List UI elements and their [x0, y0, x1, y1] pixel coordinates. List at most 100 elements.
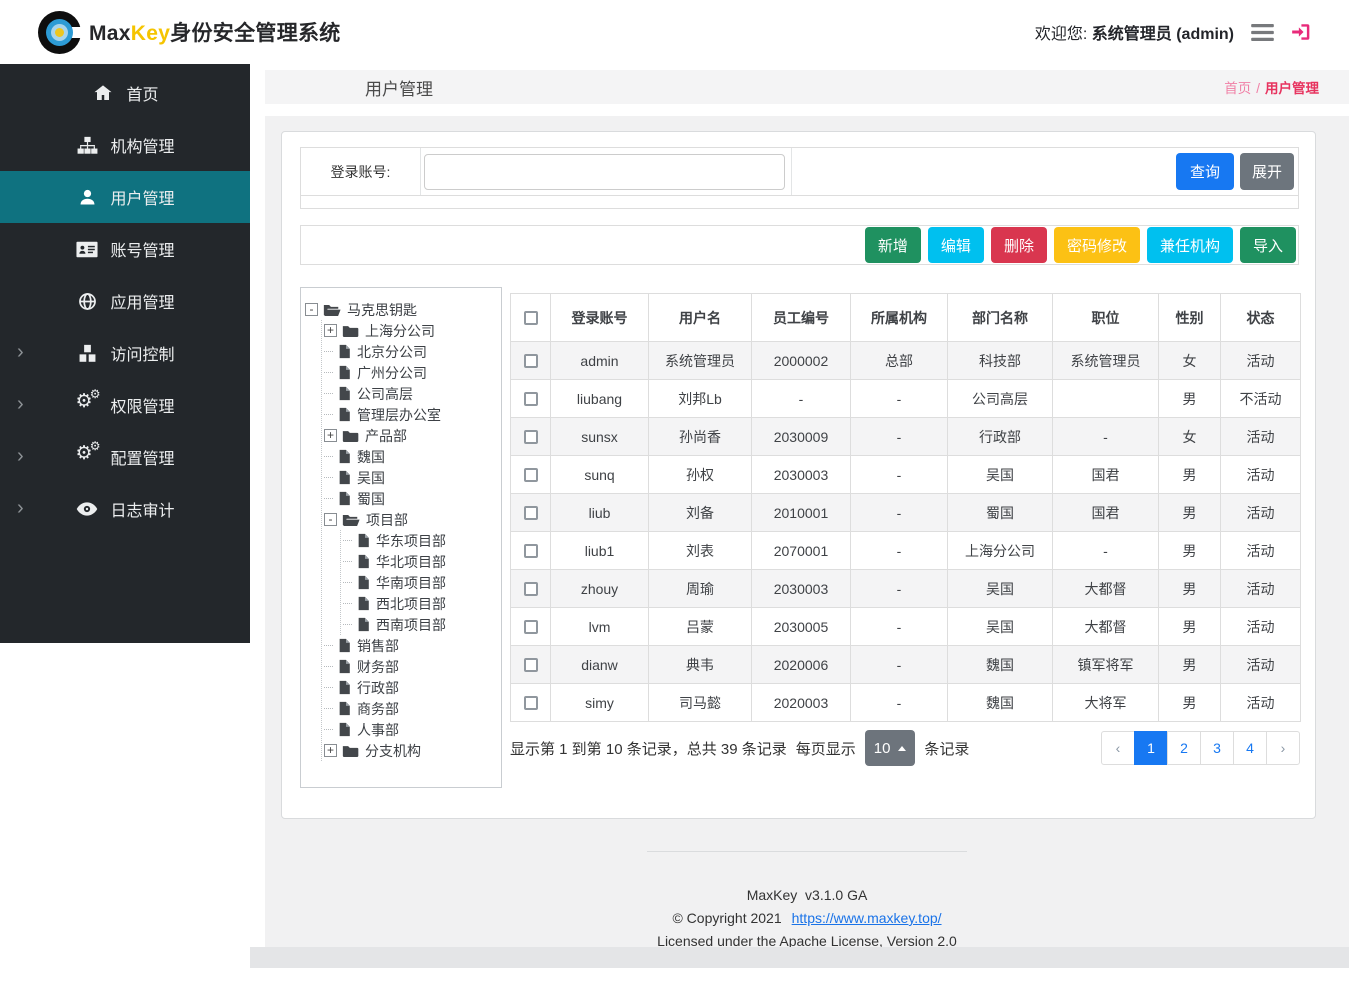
- tree-node[interactable]: -项目部: [324, 509, 497, 530]
- tree-node[interactable]: 人事部: [324, 719, 497, 740]
- tree-node[interactable]: 华东项目部: [343, 530, 497, 551]
- table-cell: 刘备: [649, 494, 752, 532]
- tree-node[interactable]: 广州分公司: [324, 362, 497, 383]
- tree-node[interactable]: 西南项目部: [343, 614, 497, 635]
- tree-node[interactable]: +分支机构: [324, 740, 497, 761]
- tree-expander-icon[interactable]: -: [324, 513, 337, 526]
- page-button-2[interactable]: 2: [1167, 731, 1201, 765]
- table-cell: sunq: [551, 456, 649, 494]
- sidebar-item-user[interactable]: 用户管理: [0, 171, 250, 223]
- row-checkbox[interactable]: [524, 392, 538, 406]
- table-row[interactable]: sunq孙权2030003-吴国国君男活动: [511, 456, 1301, 494]
- tree-node[interactable]: +产品部: [324, 425, 497, 446]
- table-cell: -: [851, 456, 948, 494]
- select-all-checkbox[interactable]: [524, 311, 538, 325]
- tree-node[interactable]: -马克思钥匙: [305, 299, 497, 320]
- tree-node[interactable]: 销售部: [324, 635, 497, 656]
- table-cell: 男: [1159, 646, 1221, 684]
- footer-link[interactable]: https://www.maxkey.top/: [792, 910, 942, 926]
- tree-node-group: +上海分公司: [324, 320, 497, 341]
- tree-node[interactable]: 西北项目部: [343, 593, 497, 614]
- table-cell: 大将军: [1053, 684, 1159, 722]
- table-row[interactable]: lvm吕蒙2030005-吴国大都督男活动: [511, 608, 1301, 646]
- sidebar-item-home[interactable]: 首页: [0, 67, 250, 119]
- table-cell: liub: [551, 494, 649, 532]
- expand-button[interactable]: 展开: [1240, 153, 1294, 190]
- tree-node[interactable]: 华南项目部: [343, 572, 497, 593]
- table-row[interactable]: zhouy周瑜2030003-吴国大都督男活动: [511, 570, 1301, 608]
- sidebar-item-permission[interactable]: ›⚙⚙权限管理: [0, 379, 250, 431]
- table-row[interactable]: admin系统管理员2000002总部科技部系统管理员女活动: [511, 342, 1301, 380]
- tree-expander-icon[interactable]: -: [305, 303, 318, 316]
- tree-node[interactable]: 华北项目部: [343, 551, 497, 572]
- page-button-1[interactable]: 1: [1134, 731, 1168, 765]
- breadcrumb-home-link[interactable]: 首页: [1224, 81, 1251, 96]
- add-button[interactable]: 新增: [865, 227, 921, 263]
- sidebar-item-account[interactable]: 账号管理: [0, 223, 250, 275]
- tree-node[interactable]: 吴国: [324, 467, 497, 488]
- tree-node[interactable]: 公司高层: [324, 383, 497, 404]
- row-checkbox[interactable]: [524, 620, 538, 634]
- tree-node-label: 蜀国: [357, 489, 385, 509]
- sidebar-item-label: 用户管理: [110, 185, 174, 209]
- table-row[interactable]: dianw典韦2020006-魏国镇军将军男活动: [511, 646, 1301, 684]
- file-icon: [338, 449, 351, 464]
- row-checkbox[interactable]: [524, 658, 538, 672]
- prev-page-button[interactable]: ‹: [1101, 731, 1135, 765]
- sidebar-item-app[interactable]: 应用管理: [0, 275, 250, 327]
- tree-expander-icon[interactable]: +: [324, 324, 337, 337]
- sidebar-item-audit[interactable]: ›日志审计: [0, 483, 250, 535]
- query-button[interactable]: 查询: [1176, 153, 1234, 190]
- table-row[interactable]: liub刘备2010001-蜀国国君男活动: [511, 494, 1301, 532]
- folder-icon: [342, 429, 359, 443]
- column-header: 员工编号: [752, 294, 851, 342]
- column-header: 部门名称: [948, 294, 1053, 342]
- change-password-button[interactable]: 密码修改: [1054, 227, 1140, 263]
- tree-node-label: 西北项目部: [376, 594, 446, 614]
- sidebar-item-org[interactable]: 机构管理: [0, 119, 250, 171]
- tree-expander-icon[interactable]: +: [324, 744, 337, 757]
- row-checkbox[interactable]: [524, 468, 538, 482]
- table-row[interactable]: liub1刘表2070001-上海分公司-男活动: [511, 532, 1301, 570]
- chevron-right-icon: ›: [17, 446, 24, 466]
- tree-node[interactable]: 管理层办公室: [324, 404, 497, 425]
- row-checkbox[interactable]: [524, 430, 538, 444]
- brand-logo[interactable]: MaxKey身份安全管理系统: [38, 11, 341, 54]
- row-checkbox[interactable]: [524, 544, 538, 558]
- sidebar-item-access[interactable]: ›访问控制: [0, 327, 250, 379]
- table-cell: 周瑜: [649, 570, 752, 608]
- file-icon: [338, 386, 351, 401]
- page-button-3[interactable]: 3: [1200, 731, 1234, 765]
- row-checkbox[interactable]: [524, 582, 538, 596]
- row-checkbox[interactable]: [524, 506, 538, 520]
- table-row[interactable]: sunsx孙尚香2030009-行政部-女活动: [511, 418, 1301, 456]
- tree-node[interactable]: 财务部: [324, 656, 497, 677]
- tree-node[interactable]: 商务部: [324, 698, 497, 719]
- logout-icon[interactable]: [1291, 23, 1311, 41]
- next-page-button[interactable]: ›: [1266, 731, 1300, 765]
- page-button-4[interactable]: 4: [1233, 731, 1267, 765]
- sidebar-item-label: 首页: [126, 81, 158, 105]
- edit-button[interactable]: 编辑: [928, 227, 984, 263]
- tree-expander-icon[interactable]: +: [324, 429, 337, 442]
- tree-node[interactable]: 行政部: [324, 677, 497, 698]
- row-checkbox[interactable]: [524, 696, 538, 710]
- menu-toggle-icon[interactable]: [1251, 24, 1274, 41]
- page-size-select[interactable]: 10: [865, 730, 916, 766]
- table-cell: 吕蒙: [649, 608, 752, 646]
- sidebar-item-config[interactable]: ›⚙⚙配置管理: [0, 431, 250, 483]
- tree-node-group: 魏国: [324, 446, 497, 467]
- tree-node-group: 西北项目部: [343, 593, 497, 614]
- import-button[interactable]: 导入: [1240, 227, 1296, 263]
- tree-node[interactable]: +上海分公司: [324, 320, 497, 341]
- tree-node[interactable]: 北京分公司: [324, 341, 497, 362]
- login-account-input[interactable]: [424, 154, 785, 190]
- table-row[interactable]: simy司马懿2020003-魏国大将军男活动: [511, 684, 1301, 722]
- tree-node-group: 华北项目部: [343, 551, 497, 572]
- tree-node[interactable]: 蜀国: [324, 488, 497, 509]
- tree-node[interactable]: 魏国: [324, 446, 497, 467]
- delete-button[interactable]: 删除: [991, 227, 1047, 263]
- table-row[interactable]: liubang刘邦Lb--公司高层男不活动: [511, 380, 1301, 418]
- secondary-org-button[interactable]: 兼任机构: [1147, 227, 1233, 263]
- row-checkbox[interactable]: [524, 354, 538, 368]
